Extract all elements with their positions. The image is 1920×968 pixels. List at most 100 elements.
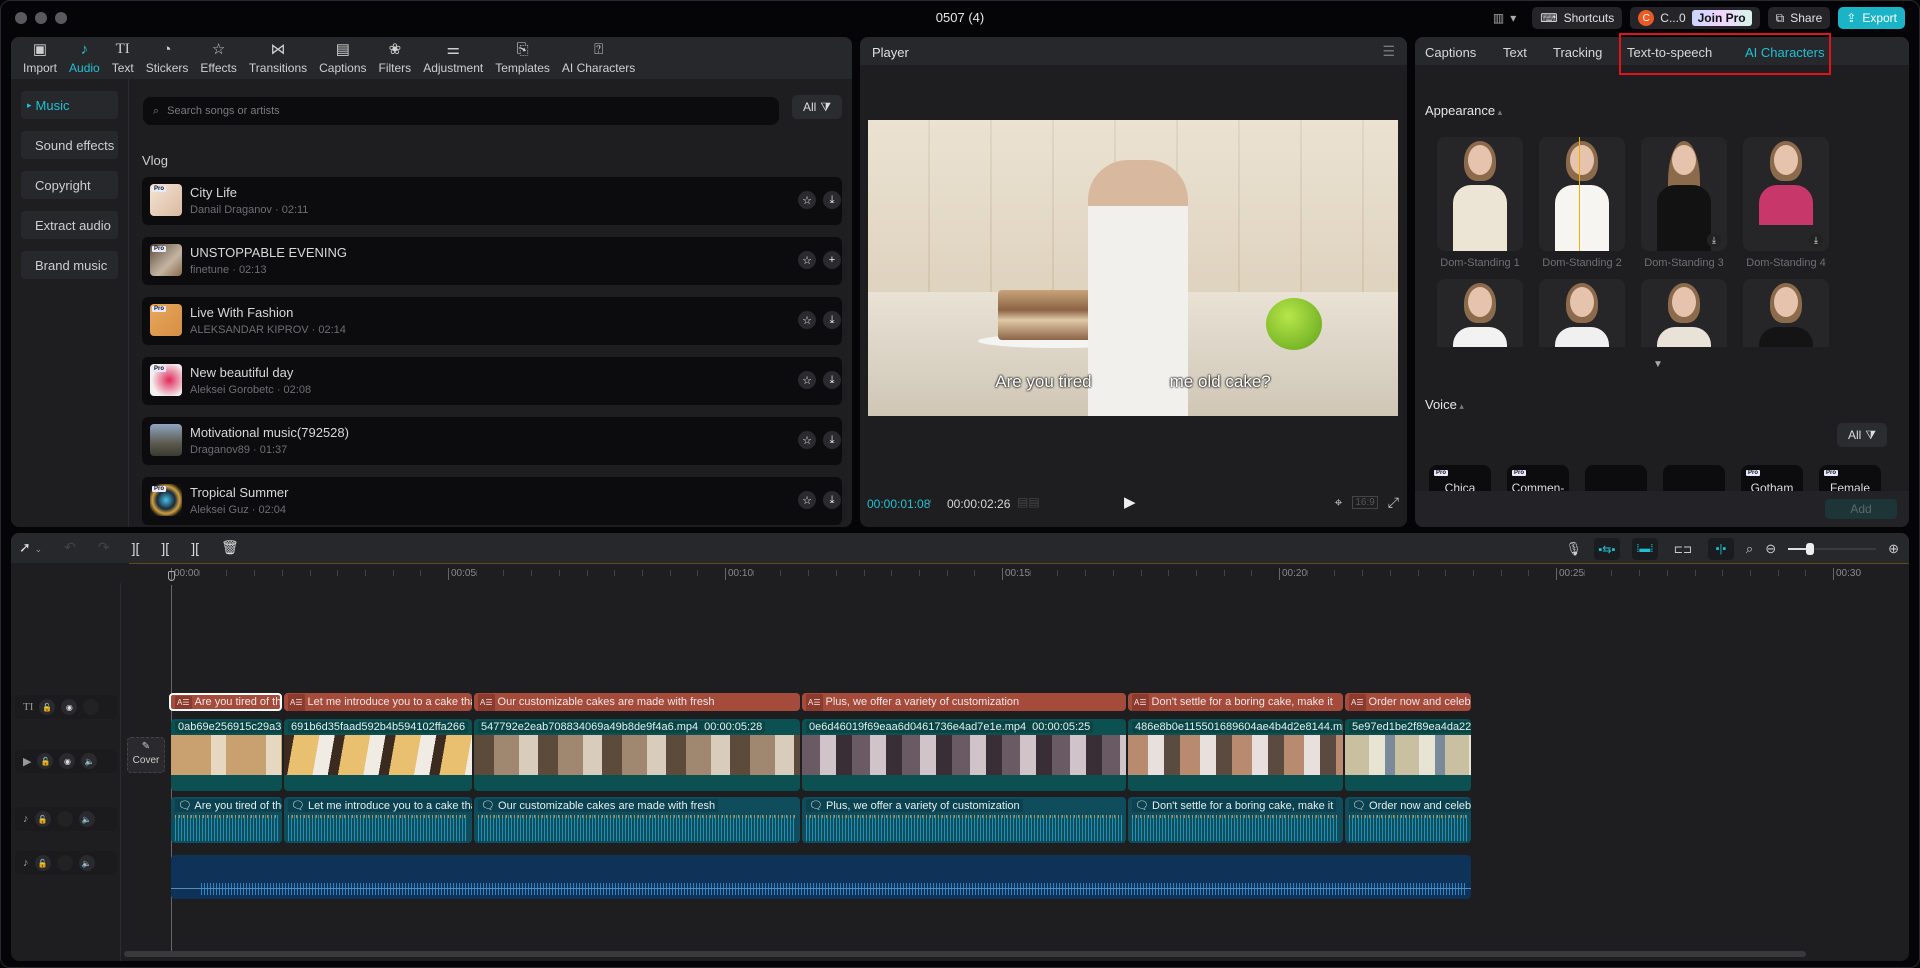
- fullscreen-icon[interactable]: ⤢: [1388, 494, 1399, 511]
- menu-icon[interactable]: ☰: [1382, 43, 1395, 60]
- tab-effects[interactable]: ☆ Effects: [194, 37, 242, 79]
- favorite-button[interactable]: ☆: [798, 431, 816, 449]
- character-card[interactable]: [1539, 279, 1625, 347]
- text-clip[interactable]: A☰ Plus, we offer a variety of customizat…: [802, 693, 1126, 711]
- lock-icon[interactable]: 🔓: [37, 753, 54, 769]
- add-button[interactable]: +: [823, 251, 841, 269]
- download-button[interactable]: ⤓: [823, 311, 841, 329]
- mute-icon[interactable]: 🔈: [81, 753, 98, 769]
- delete-icon[interactable]: 🗑: [221, 539, 239, 556]
- text-clip[interactable]: A☰Are you tired of the same old cake?: [169, 693, 282, 711]
- lock-icon[interactable]: 🔓: [34, 855, 51, 871]
- download-button[interactable]: ⤓: [823, 371, 841, 389]
- undo-icon[interactable]: ↶: [64, 539, 76, 556]
- tab-stickers[interactable]: ◔ Stickers: [140, 37, 195, 79]
- sidebar-item-music[interactable]: Music: [21, 91, 118, 119]
- tab-filters[interactable]: ❀ Filters: [373, 37, 418, 79]
- play-button[interactable]: ▶: [1124, 493, 1136, 511]
- video-clip[interactable]: 691b6d35faad592b4b594102ffa266: [284, 719, 472, 791]
- add-button[interactable]: Add: [1825, 499, 1897, 519]
- share-button[interactable]: ⧉ Share: [1767, 7, 1831, 29]
- song-item[interactable]: Pro Live With Fashion ALEKSANDAR KIPROV …: [142, 297, 842, 345]
- character-card[interactable]: [1641, 279, 1727, 347]
- tts-audio-clip[interactable]: 🗨 Let me introduce you to a cake that: [284, 797, 472, 843]
- download-button[interactable]: ⤓: [823, 431, 841, 449]
- video-clip[interactable]: 0ab69e256915c29a3: [171, 719, 282, 791]
- tts-audio-clip[interactable]: 🗨 Order now and celebrate: [1345, 797, 1471, 843]
- filter-button[interactable]: All ⧩: [792, 95, 842, 119]
- tab-captions[interactable]: ▤ Captions: [313, 37, 372, 79]
- appearance-section-header[interactable]: Appearance: [1425, 103, 1502, 118]
- download-button[interactable]: ⤓: [823, 191, 841, 209]
- timecode-format-icon[interactable]: ▤▤: [1017, 495, 1040, 509]
- playhead-handle[interactable]: [168, 571, 175, 581]
- favorite-button[interactable]: ☆: [798, 491, 816, 509]
- tab-audio[interactable]: ♪ Audio: [63, 37, 106, 79]
- text-clip[interactable]: A☰ Don't settle for a boring cake, make i…: [1128, 693, 1343, 711]
- video-clip[interactable]: 547792e2eab708834069a49b8de9f4a6.mp4 00:0…: [474, 719, 800, 791]
- text-clip[interactable]: A☰ Our customizable cakes are made with f…: [474, 693, 800, 711]
- split-left-icon[interactable]: ][: [161, 540, 169, 556]
- redo-icon[interactable]: ↷: [98, 539, 110, 556]
- character-card[interactable]: [1437, 279, 1523, 347]
- text-clip[interactable]: A☰Order now and celebrate: [1345, 693, 1471, 711]
- favorite-button[interactable]: ☆: [798, 191, 816, 209]
- zoom-in-icon[interactable]: ⊕: [1888, 541, 1899, 557]
- sidebar-item-extract-audio[interactable]: Extract audio: [21, 211, 118, 239]
- horizontal-scrollbar[interactable]: [124, 951, 1806, 957]
- tts-audio-clip[interactable]: 🗨 Plus, we offer a variety of customizat…: [802, 797, 1126, 843]
- song-item[interactable]: Pro New beautiful day Aleksei Gorobetc ·…: [142, 357, 842, 405]
- tts-audio-clip[interactable]: 🗨 Our customizable cakes are made with f…: [474, 797, 800, 843]
- tab-text[interactable]: TI Text: [106, 37, 140, 79]
- aspect-ratio-button[interactable]: 16:9: [1352, 496, 1378, 509]
- tab-import[interactable]: ▣ Import: [17, 37, 63, 79]
- microphone-icon[interactable]: 🎙: [1565, 541, 1582, 557]
- tab-tracking[interactable]: Tracking: [1553, 45, 1602, 60]
- mute-icon[interactable]: 🔈: [78, 811, 95, 827]
- favorite-button[interactable]: ☆: [798, 371, 816, 389]
- tab-adjustment[interactable]: ⚌ Adjustment: [417, 37, 489, 79]
- character-card[interactable]: ⤓ Dom-Standing 4: [1743, 137, 1829, 279]
- song-item[interactable]: Pro UNSTOPPABLE EVENING finetune · 02:13…: [142, 237, 842, 285]
- character-card[interactable]: [1743, 279, 1829, 347]
- tts-audio-clip[interactable]: 🗨 Don't settle for a boring cake, make i…: [1128, 797, 1343, 843]
- character-card[interactable]: ⤓ Dom-Standing 3: [1641, 137, 1727, 279]
- character-card[interactable]: Dom-Standing 1: [1437, 137, 1523, 279]
- song-item[interactable]: Pro Tropical Summer Aleksei Guz · 02:04 …: [142, 477, 842, 525]
- tab-text-props[interactable]: Text: [1503, 45, 1527, 60]
- select-tool-icon[interactable]: ➚ ⌄: [19, 539, 42, 556]
- tab-captions-props[interactable]: Captions: [1425, 45, 1476, 60]
- volume-line[interactable]: [171, 888, 1471, 889]
- tab-templates[interactable]: ⎘ Templates: [489, 37, 556, 79]
- layout-button[interactable]: ▥ ▾: [1485, 7, 1524, 29]
- song-item[interactable]: Pro City Life Danail Draganov · 02:11 ☆ …: [142, 177, 842, 225]
- video-preview[interactable]: Are you tired me old cake?: [868, 120, 1398, 416]
- split-right-icon[interactable]: ][: [191, 540, 199, 556]
- music-audio-clip[interactable]: [171, 855, 1471, 899]
- main-track-magnet-toggle[interactable]: ▪⇆▪: [1593, 538, 1620, 560]
- cover-button[interactable]: ✎ Cover: [127, 737, 165, 773]
- download-button[interactable]: ⤓: [823, 491, 841, 509]
- favorite-button[interactable]: ☆: [798, 311, 816, 329]
- video-clip[interactable]: 0e6d46019f69eaa6d0461736e4ad7e1e.mp4 00:0…: [802, 719, 1126, 791]
- timeline-ruler[interactable]: 00:00 00:05 00:10 00:15 00:20 00:25 00:30: [129, 563, 1909, 583]
- favorite-button[interactable]: ☆: [798, 251, 816, 269]
- tab-transitions[interactable]: ⋈ Transitions: [243, 37, 313, 79]
- video-clip[interactable]: 486e8b0e115501689604ae4b4d2e8144.mp4: [1128, 719, 1343, 791]
- voice-section-header[interactable]: Voice: [1425, 397, 1464, 412]
- link-clips-toggle[interactable]: ⊏⊐: [1670, 538, 1696, 560]
- eye-icon[interactable]: ◉: [61, 699, 78, 715]
- download-icon[interactable]: ⤓: [1809, 233, 1823, 247]
- sidebar-item-copyright[interactable]: Copyright: [21, 171, 118, 199]
- eye-icon[interactable]: ◉: [59, 753, 76, 769]
- tab-ai-characters[interactable]: ⍰ AI Characters: [556, 37, 641, 79]
- zoom-slider-handle[interactable]: [1806, 543, 1815, 555]
- zoom-preview-icon[interactable]: ⌖: [1334, 494, 1342, 511]
- shortcuts-button[interactable]: ⌨ Shortcuts: [1532, 7, 1623, 29]
- character-card[interactable]: Dom-Standing 2: [1539, 137, 1625, 279]
- expand-more-icon[interactable]: ▼: [1653, 359, 1663, 370]
- zoom-to-fit-icon[interactable]: ⌕: [1746, 541, 1753, 557]
- tts-audio-clip[interactable]: 🗨 Are you tired of the same old cake?: [171, 797, 282, 843]
- split-icon[interactable]: ][: [132, 540, 140, 556]
- lock-icon[interactable]: 🔓: [39, 699, 56, 715]
